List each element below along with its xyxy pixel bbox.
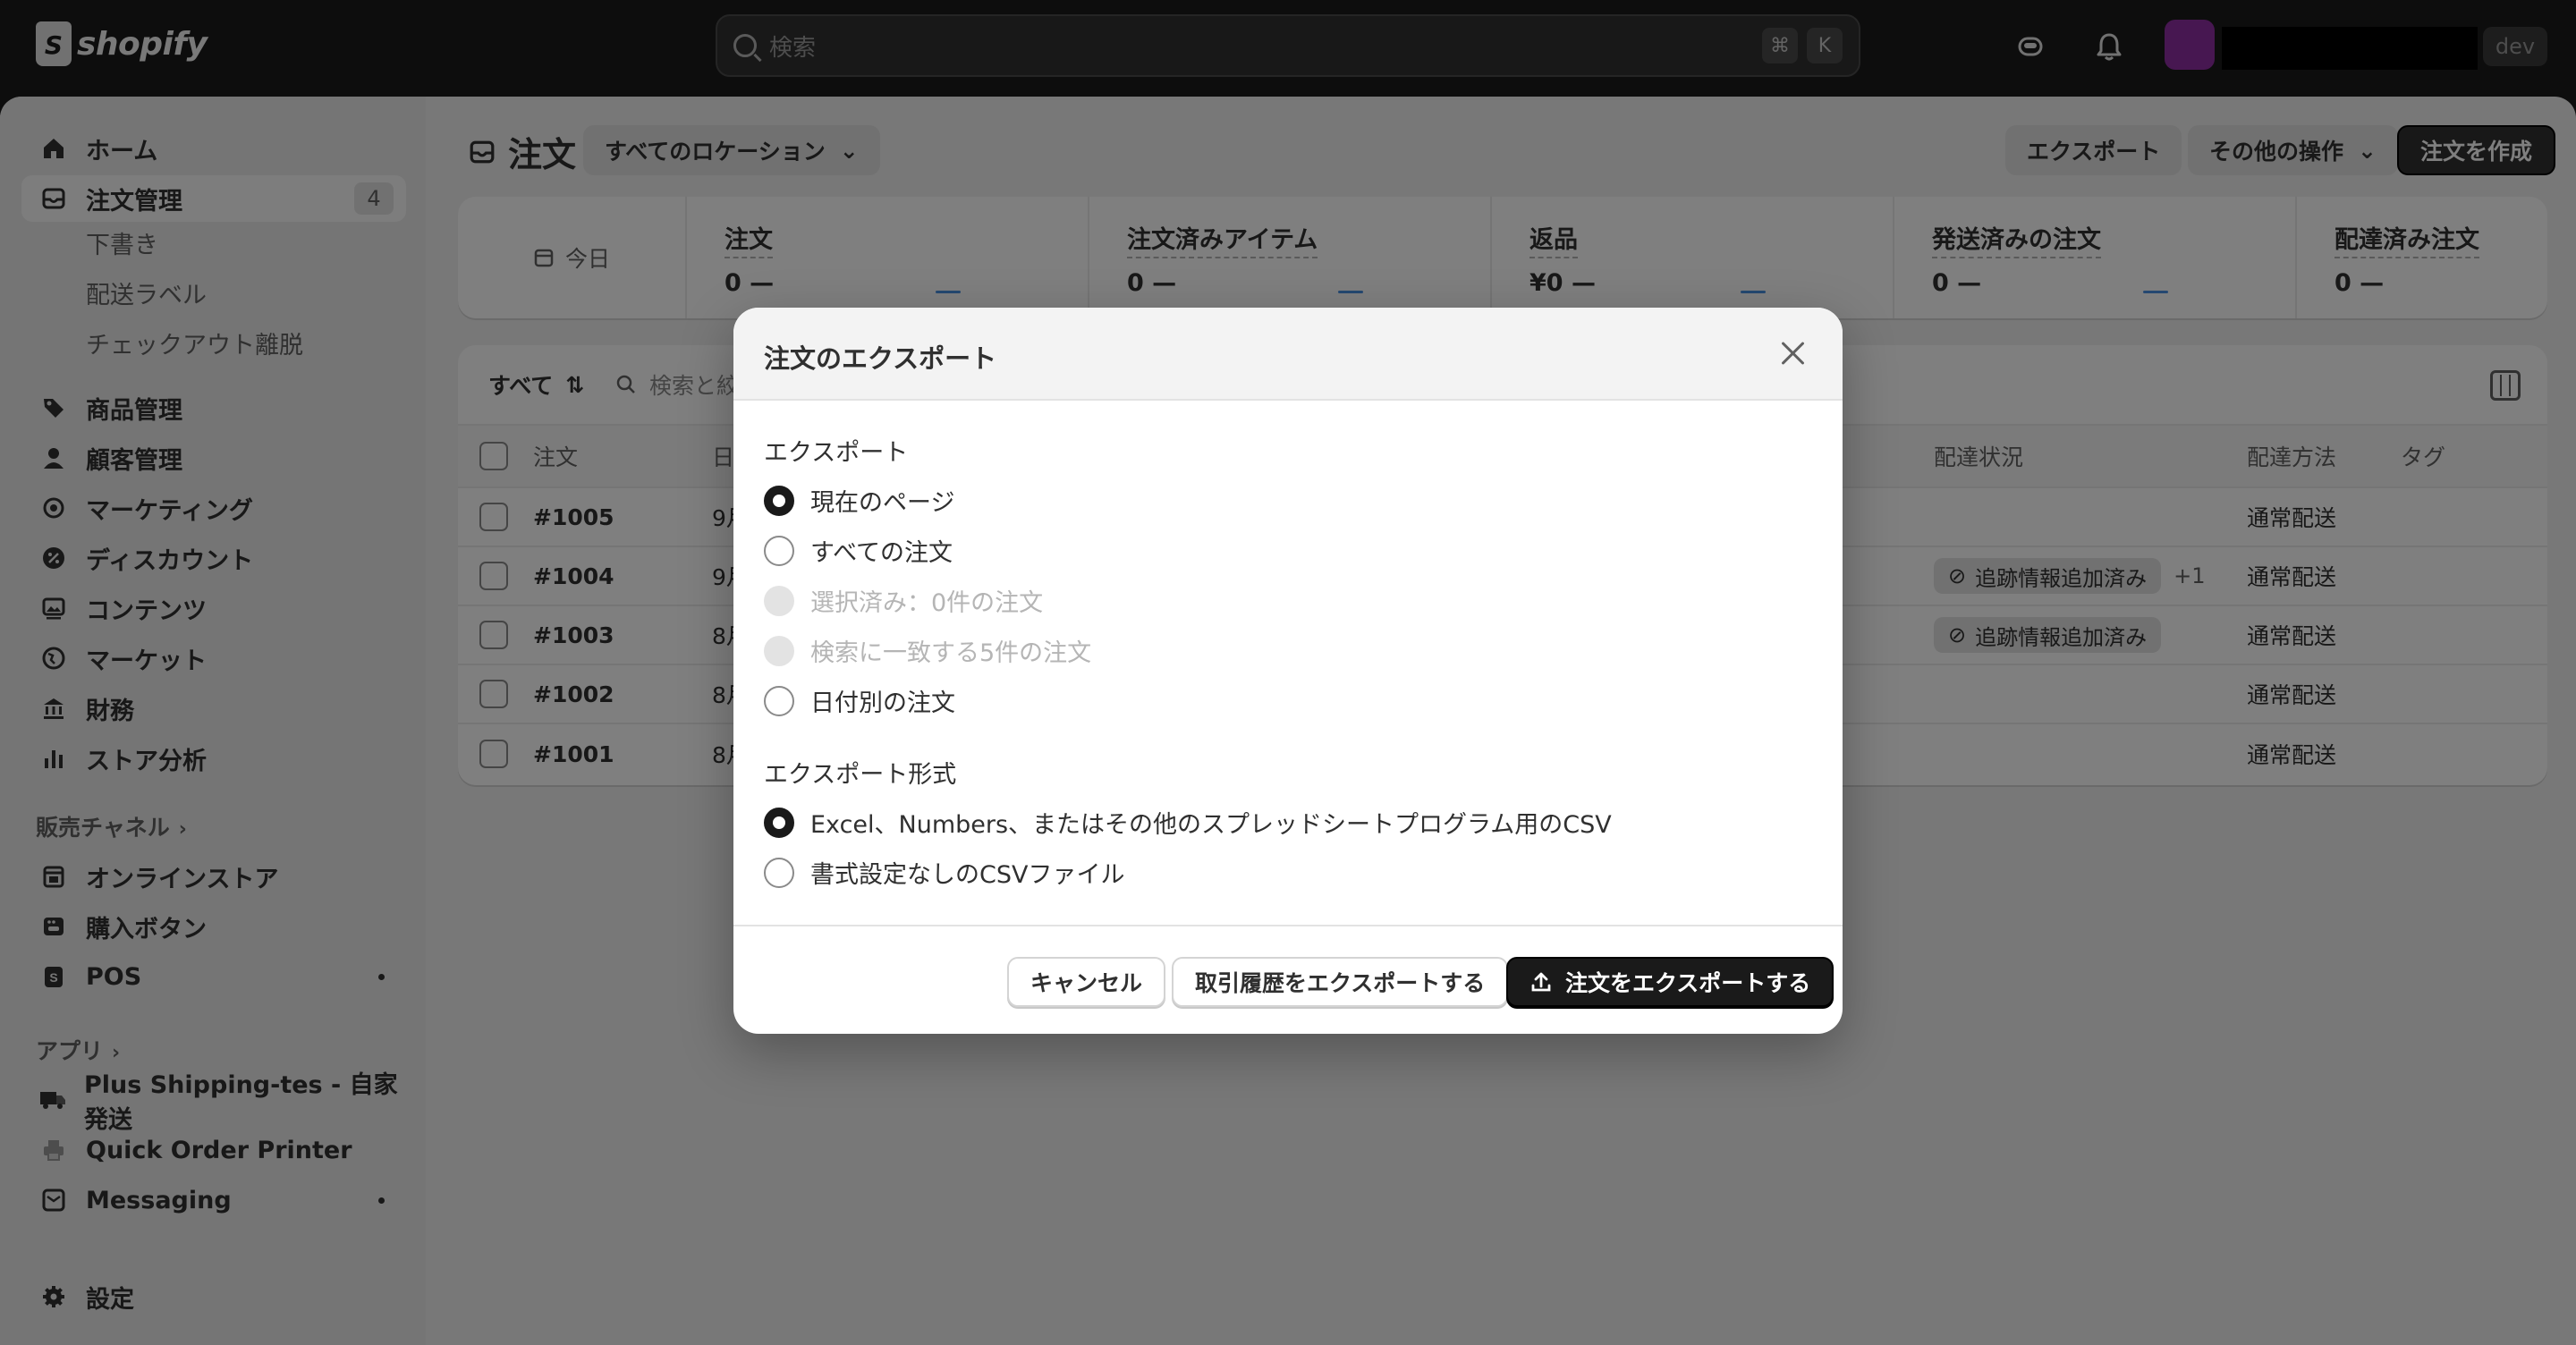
export-option-search-matches: 検索に一致する5件の注文: [764, 633, 1091, 668]
export-orders-button[interactable]: 注文をエクスポートする: [1506, 957, 1835, 1007]
export-format-label: エクスポート形式: [764, 761, 957, 789]
radio-button: [764, 585, 794, 616]
export-option-all-orders[interactable]: すべての注文: [764, 533, 953, 568]
radio-label: すべての注文: [810, 539, 953, 567]
radio-button[interactable]: [764, 857, 794, 888]
export-history-label: 取引履歴をエクスポートする: [1195, 970, 1486, 996]
radio-button[interactable]: [764, 535, 794, 566]
radio-label: Excel、Numbers、またはその他のスプレッドシートプログラム用のCSV: [810, 811, 1612, 839]
export-scope-label: エクスポート: [764, 439, 909, 467]
cancel-button[interactable]: キャンセル: [1007, 957, 1166, 1007]
radio-label: 現在のページ: [810, 489, 955, 517]
export-history-button[interactable]: 取引履歴をエクスポートする: [1172, 957, 1509, 1007]
format-option-plain-csv[interactable]: 書式設定なしのCSVファイル: [764, 855, 1124, 890]
upload-icon: [1531, 972, 1551, 992]
modal-title: 注文のエクスポート: [764, 343, 997, 374]
modal-header: 注文のエクスポート: [733, 308, 1843, 401]
export-orders-label: 注文をエクスポートする: [1565, 970, 1811, 996]
radio-button: [764, 635, 794, 666]
radio-label: 検索に一致する5件の注文: [810, 639, 1092, 667]
radio-button[interactable]: [764, 485, 794, 516]
export-orders-modal: 注文のエクスポート エクスポート 現在のページ すべての注文 選択済み：0件の注…: [733, 308, 1843, 1034]
format-option-spreadsheet-csv[interactable]: Excel、Numbers、またはその他のスプレッドシートプログラム用のCSV: [764, 805, 1612, 840]
cancel-button-label: キャンセル: [1030, 970, 1143, 996]
close-icon[interactable]: [1780, 340, 1807, 367]
export-option-selected: 選択済み：0件の注文: [764, 583, 1043, 618]
export-option-by-date[interactable]: 日付別の注文: [764, 683, 955, 718]
export-option-current-page[interactable]: 現在のページ: [764, 483, 954, 518]
radio-button[interactable]: [764, 685, 794, 716]
radio-label: 書式設定なしのCSVファイル: [810, 861, 1125, 889]
radio-button[interactable]: [764, 807, 794, 838]
radio-label: 日付別の注文: [810, 689, 955, 717]
modal-footer: キャンセル 取引履歴をエクスポートする 注文をエクスポートする: [733, 925, 1843, 1034]
radio-label: 選択済み：0件の注文: [810, 589, 1044, 617]
